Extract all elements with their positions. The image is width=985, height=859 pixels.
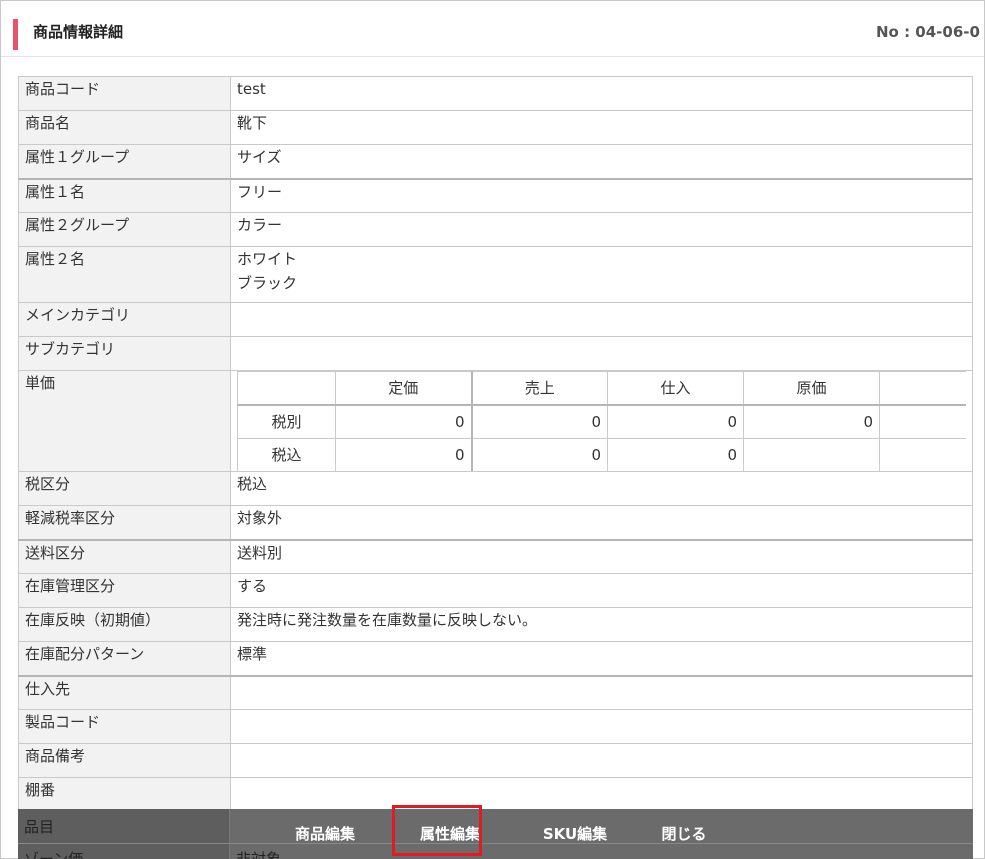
price-header-sales: 売上 bbox=[471, 371, 608, 406]
edit-attribute-button[interactable]: 属性編集 bbox=[405, 823, 495, 845]
price-excl-purchase: 0 bbox=[607, 404, 744, 439]
value-manufacturer-code bbox=[230, 709, 973, 744]
row-stock-reflect: 在庫反映（初期値） 発注時に発注数量を在庫数量に反映しない。 bbox=[18, 607, 973, 642]
label-manufacturer-code: 製品コード bbox=[18, 709, 231, 744]
record-number: No : 04-06-0 bbox=[876, 23, 980, 41]
edit-sku-button[interactable]: SKU編集 bbox=[525, 823, 625, 845]
price-excl-list: 0 bbox=[335, 404, 473, 439]
row-product-notes: 商品備考 bbox=[18, 743, 973, 778]
price-incl-list: 0 bbox=[335, 438, 473, 471]
label-supplier: 仕入先 bbox=[18, 674, 231, 710]
label-tax-class: 税区分 bbox=[18, 471, 231, 506]
label-shelf-number: 棚番 bbox=[18, 777, 231, 812]
label-attr1-group: 属性１グループ bbox=[18, 144, 231, 179]
price-incl-cost bbox=[743, 438, 880, 471]
value-stock-reflect: 発注時に発注数量を在庫数量に反映しない。 bbox=[230, 607, 973, 642]
value-shelf-number bbox=[230, 777, 973, 812]
row-product-name: 商品名 靴下 bbox=[18, 110, 973, 145]
row-shipping-class: 送料区分 送料別 bbox=[18, 538, 973, 574]
value-sub-category bbox=[230, 336, 973, 371]
value-attr2-name: ホワイト ブラック bbox=[230, 246, 973, 303]
row-manufacturer-code: 製品コード bbox=[18, 709, 973, 744]
row-main-category: メインカテゴリ bbox=[18, 302, 973, 337]
close-button[interactable]: 閉じる bbox=[646, 823, 722, 845]
price-label-excl-tax: 税別 bbox=[237, 404, 336, 439]
value-product-name: 靴下 bbox=[230, 110, 973, 145]
label-product-code: 商品コード bbox=[18, 76, 231, 111]
row-supplier: 仕入先 bbox=[18, 674, 973, 710]
row-stock-allocation: 在庫配分パターン 標準 bbox=[18, 641, 973, 676]
page-title: 商品情報詳細 bbox=[33, 23, 124, 41]
row-unit-price: 単価 定価 売上 仕入 原価 税別 0 0 0 0 税込 0 0 0 bbox=[18, 370, 973, 472]
label-reduced-tax: 軽減税率区分 bbox=[18, 505, 231, 540]
price-label-incl-tax: 税込 bbox=[237, 438, 336, 471]
row-shelf-number: 棚番 bbox=[18, 777, 973, 812]
unit-price-cell: 定価 売上 仕入 原価 税別 0 0 0 0 税込 0 0 0 bbox=[230, 370, 973, 472]
value-attr1-group: サイズ bbox=[230, 144, 973, 179]
label-stock-management: 在庫管理区分 bbox=[18, 573, 231, 608]
action-bar: 品目 ゾーン価 非対象 商品編集 属性編集 SKU編集 閉じる bbox=[18, 809, 973, 859]
row-reduced-tax: 軽減税率区分 対象外 bbox=[18, 505, 973, 540]
value-product-code: test bbox=[230, 76, 973, 111]
product-detail-table: 商品コード test 商品名 靴下 属性１グループ サイズ 属性１名 フリー 属… bbox=[18, 76, 973, 812]
page-header: 商品情報詳細 No : 04-06-0 bbox=[1, 1, 984, 57]
attr2-value-white: ホワイト bbox=[237, 250, 298, 268]
price-excl-extra bbox=[879, 404, 966, 439]
value-product-notes bbox=[230, 743, 973, 778]
row-attr1-name: 属性１名 フリー bbox=[18, 177, 973, 213]
price-header-cost: 原価 bbox=[743, 371, 880, 406]
value-stock-management: する bbox=[230, 573, 973, 608]
price-excl-cost: 0 bbox=[743, 404, 880, 439]
product-detail-window: 商品情報詳細 No : 04-06-0 商品コード test 商品名 靴下 属性… bbox=[0, 0, 985, 859]
value-stock-allocation: 標準 bbox=[230, 641, 973, 676]
label-product-name: 商品名 bbox=[18, 110, 231, 145]
row-attr2-group: 属性２グループ カラー bbox=[18, 212, 973, 247]
label-attr1-name: 属性１名 bbox=[18, 177, 231, 213]
price-incl-sales: 0 bbox=[471, 438, 608, 471]
row-stock-management: 在庫管理区分 する bbox=[18, 573, 973, 608]
underlay-value-zone-price: 非対象 bbox=[236, 850, 282, 859]
value-attr1-name: フリー bbox=[230, 177, 973, 213]
value-shipping-class: 送料別 bbox=[230, 538, 973, 574]
label-product-notes: 商品備考 bbox=[18, 743, 231, 778]
value-supplier bbox=[230, 674, 973, 710]
price-row-excl-tax: 税別 0 0 0 0 bbox=[237, 404, 966, 439]
label-attr2-name: 属性２名 bbox=[18, 246, 231, 303]
price-excl-sales: 0 bbox=[471, 404, 608, 439]
label-stock-allocation: 在庫配分パターン bbox=[18, 641, 231, 676]
unit-price-table: 定価 売上 仕入 原価 税別 0 0 0 0 税込 0 0 0 bbox=[237, 371, 966, 471]
label-shipping-class: 送料区分 bbox=[18, 538, 231, 574]
underlay-row-divider bbox=[18, 843, 973, 844]
row-sub-category: サブカテゴリ bbox=[18, 336, 973, 371]
edit-product-button[interactable]: 商品編集 bbox=[280, 823, 370, 845]
price-header-list: 定価 bbox=[335, 371, 473, 406]
header-accent-bar bbox=[13, 19, 18, 50]
label-main-category: メインカテゴリ bbox=[18, 302, 231, 337]
price-incl-purchase: 0 bbox=[607, 438, 744, 471]
price-header-blank bbox=[237, 371, 336, 406]
price-header-purchase: 仕入 bbox=[607, 371, 744, 406]
row-tax-class: 税区分 税込 bbox=[18, 471, 973, 506]
price-incl-extra bbox=[879, 438, 966, 471]
underlay-label-item: 品目 bbox=[24, 818, 55, 836]
underlay-label-zone-price: ゾーン価 bbox=[24, 850, 84, 859]
label-attr2-group: 属性２グループ bbox=[18, 212, 231, 247]
value-main-category bbox=[230, 302, 973, 337]
value-tax-class: 税込 bbox=[230, 471, 973, 506]
label-unit-price: 単価 bbox=[18, 370, 231, 472]
label-sub-category: サブカテゴリ bbox=[18, 336, 231, 371]
label-stock-reflect: 在庫反映（初期値） bbox=[18, 607, 231, 642]
value-reduced-tax: 対象外 bbox=[230, 505, 973, 540]
price-header-row: 定価 売上 仕入 原価 bbox=[237, 371, 966, 406]
row-attr1-group: 属性１グループ サイズ bbox=[18, 144, 973, 179]
price-row-incl-tax: 税込 0 0 0 bbox=[237, 438, 966, 471]
price-header-extra bbox=[879, 371, 966, 406]
row-product-code: 商品コード test bbox=[18, 76, 973, 111]
attr2-value-black: ブラック bbox=[237, 274, 298, 292]
row-attr2-name: 属性２名 ホワイト ブラック bbox=[18, 246, 973, 303]
value-attr2-group: カラー bbox=[230, 212, 973, 247]
